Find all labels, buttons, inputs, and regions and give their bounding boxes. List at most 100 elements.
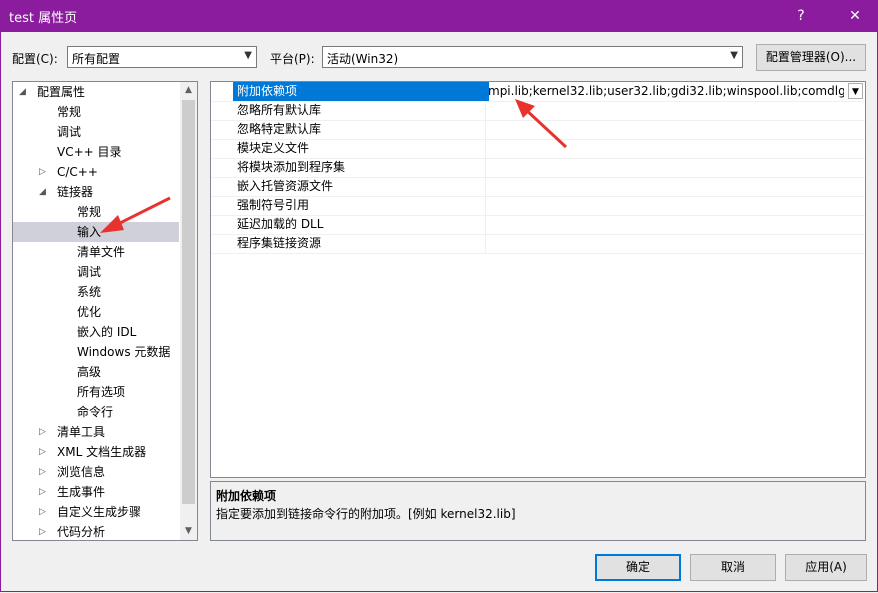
tree-item-label: VC++ 目录: [57, 145, 122, 159]
tree-item-label: 链接器: [57, 185, 94, 199]
description-title: 附加依赖项: [216, 489, 277, 503]
tree-item-label: 常规: [57, 105, 82, 119]
tree-item[interactable]: ▷ XML 文档生成器: [13, 442, 179, 462]
tree-item-label: 清单文件: [77, 245, 126, 259]
config-dropdown[interactable]: 所有配置 ▼: [67, 46, 257, 68]
property-name: 嵌入托管资源文件: [237, 179, 334, 193]
platform-dropdown[interactable]: 活动(Win32) ▼: [322, 46, 743, 68]
triangle-right-icon[interactable]: ▷: [39, 522, 49, 540]
tree-item[interactable]: 常规: [13, 102, 179, 122]
triangle-down-icon[interactable]: ◢: [39, 182, 49, 202]
tree-item-label: 调试: [77, 265, 102, 279]
tree-item-label: 优化: [77, 305, 102, 319]
tree-item[interactable]: ▷ 生成事件: [13, 482, 179, 502]
property-name: 程序集链接资源: [237, 236, 322, 250]
tree-item[interactable]: 优化: [13, 302, 179, 322]
tree-item[interactable]: VC++ 目录: [13, 142, 179, 162]
tree-item-label: C/C++: [57, 165, 98, 179]
tree-item-label: 自定义生成步骤: [57, 505, 142, 519]
tree-scrollbar[interactable]: ▲ ▼: [180, 82, 197, 540]
tree-item-label: 清单工具: [57, 425, 106, 439]
triangle-right-icon[interactable]: ▷: [39, 162, 49, 182]
property-row[interactable]: 模块定义文件: [211, 139, 865, 159]
triangle-right-icon[interactable]: ▷: [39, 462, 49, 482]
triangle-right-icon[interactable]: ▷: [39, 482, 49, 502]
tree-item[interactable]: ▷ 代码分析: [13, 522, 179, 540]
scroll-up-arrow[interactable]: ▲: [180, 82, 197, 99]
property-name: 将模块添加到程序集: [237, 160, 346, 174]
tree-item[interactable]: ▷ 自定义生成步骤: [13, 502, 179, 522]
property-name: 模块定义文件: [237, 141, 310, 155]
tree-item[interactable]: ▷ 清单工具: [13, 422, 179, 442]
tree-item-label: 命令行: [77, 405, 114, 419]
property-row[interactable]: 忽略所有默认库: [211, 101, 865, 121]
tree-item-label: 代码分析: [57, 525, 106, 539]
tree-item[interactable]: 所有选项: [13, 382, 179, 402]
chevron-down-icon[interactable]: ▼: [848, 83, 863, 99]
property-grid: 附加依赖项 mpi.lib;kernel32.lib;user32.lib;gdi…: [210, 81, 866, 478]
chevron-down-icon: ▼: [244, 50, 252, 61]
tree-item-label: XML 文档生成器: [57, 445, 147, 459]
property-value[interactable]: [485, 101, 865, 120]
tree-item-label: 系统: [77, 285, 102, 299]
property-row[interactable]: 忽略特定默认库: [211, 120, 865, 140]
tree-item[interactable]: 命令行: [13, 402, 179, 422]
tree-item[interactable]: ◢ 配置属性: [13, 82, 179, 102]
tree-item-label: 高级: [77, 365, 102, 379]
tree-item-label: 输入: [77, 225, 102, 239]
property-row[interactable]: 将模块添加到程序集: [211, 158, 865, 178]
cancel-button[interactable]: 取消: [690, 554, 776, 581]
property-row[interactable]: 程序集链接资源: [211, 234, 865, 254]
window-title: test 属性页: [9, 11, 78, 26]
ok-button[interactable]: 确定: [595, 554, 681, 581]
tree-item-label: 配置属性: [37, 85, 86, 99]
tree-item[interactable]: 系统: [13, 282, 179, 302]
property-value[interactable]: [485, 196, 865, 215]
config-value: 所有配置: [72, 52, 121, 66]
property-value[interactable]: [485, 158, 865, 177]
tree-item[interactable]: 输入: [13, 222, 179, 242]
chevron-down-icon: ▼: [730, 50, 738, 61]
scroll-thumb[interactable]: [182, 100, 195, 504]
tree-item[interactable]: ◢ 链接器: [13, 182, 179, 202]
close-button[interactable]: ✕: [836, 0, 874, 32]
property-row[interactable]: 强制符号引用: [211, 196, 865, 216]
tree-item[interactable]: 常规: [13, 202, 179, 222]
tree-item-label: 调试: [57, 125, 82, 139]
property-value[interactable]: [485, 215, 865, 234]
tree-item[interactable]: 嵌入的 IDL: [13, 322, 179, 342]
tree-item[interactable]: 清单文件: [13, 242, 179, 262]
tree-item-label: 生成事件: [57, 485, 106, 499]
tree-item[interactable]: 高级: [13, 362, 179, 382]
property-value[interactable]: [485, 177, 865, 196]
apply-button[interactable]: 应用(A): [785, 554, 867, 581]
property-row[interactable]: 嵌入托管资源文件: [211, 177, 865, 197]
property-row[interactable]: 附加依赖项 mpi.lib;kernel32.lib;user32.lib;gdi…: [211, 82, 865, 102]
property-row[interactable]: 延迟加载的 DLL: [211, 215, 865, 235]
property-value[interactable]: [485, 234, 865, 253]
triangle-right-icon[interactable]: ▷: [39, 422, 49, 442]
tree-item[interactable]: Windows 元数据: [13, 342, 179, 362]
triangle-right-icon[interactable]: ▷: [39, 442, 49, 462]
platform-value: 活动(Win32): [327, 52, 399, 66]
triangle-right-icon[interactable]: ▷: [39, 502, 49, 522]
tree-item-label: Windows 元数据: [77, 345, 171, 359]
property-value-editor[interactable]: mpi.lib;kernel32.lib;user32.lib;gdi32.li…: [485, 82, 865, 101]
triangle-down-icon[interactable]: ◢: [19, 82, 29, 102]
tree-item[interactable]: 调试: [13, 122, 179, 142]
property-value[interactable]: [485, 139, 865, 158]
tree-item-label: 浏览信息: [57, 465, 106, 479]
property-name: 忽略特定默认库: [237, 122, 322, 136]
tree-item-label: 所有选项: [77, 385, 126, 399]
tree-item[interactable]: ▷ 浏览信息: [13, 462, 179, 482]
property-value[interactable]: [485, 120, 865, 139]
property-value[interactable]: mpi.lib;kernel32.lib;user32.lib;gdi32.li…: [488, 82, 844, 101]
platform-label: 平台(P):: [270, 52, 315, 66]
config-label: 配置(C):: [12, 52, 58, 66]
help-button[interactable]: ?: [782, 0, 820, 32]
tree-item[interactable]: 调试: [13, 262, 179, 282]
scroll-down-arrow[interactable]: ▼: [180, 523, 197, 540]
tree-item-label: 常规: [77, 205, 102, 219]
tree-item[interactable]: ▷ C/C++: [13, 162, 179, 182]
config-manager-button[interactable]: 配置管理器(O)...: [756, 44, 866, 71]
